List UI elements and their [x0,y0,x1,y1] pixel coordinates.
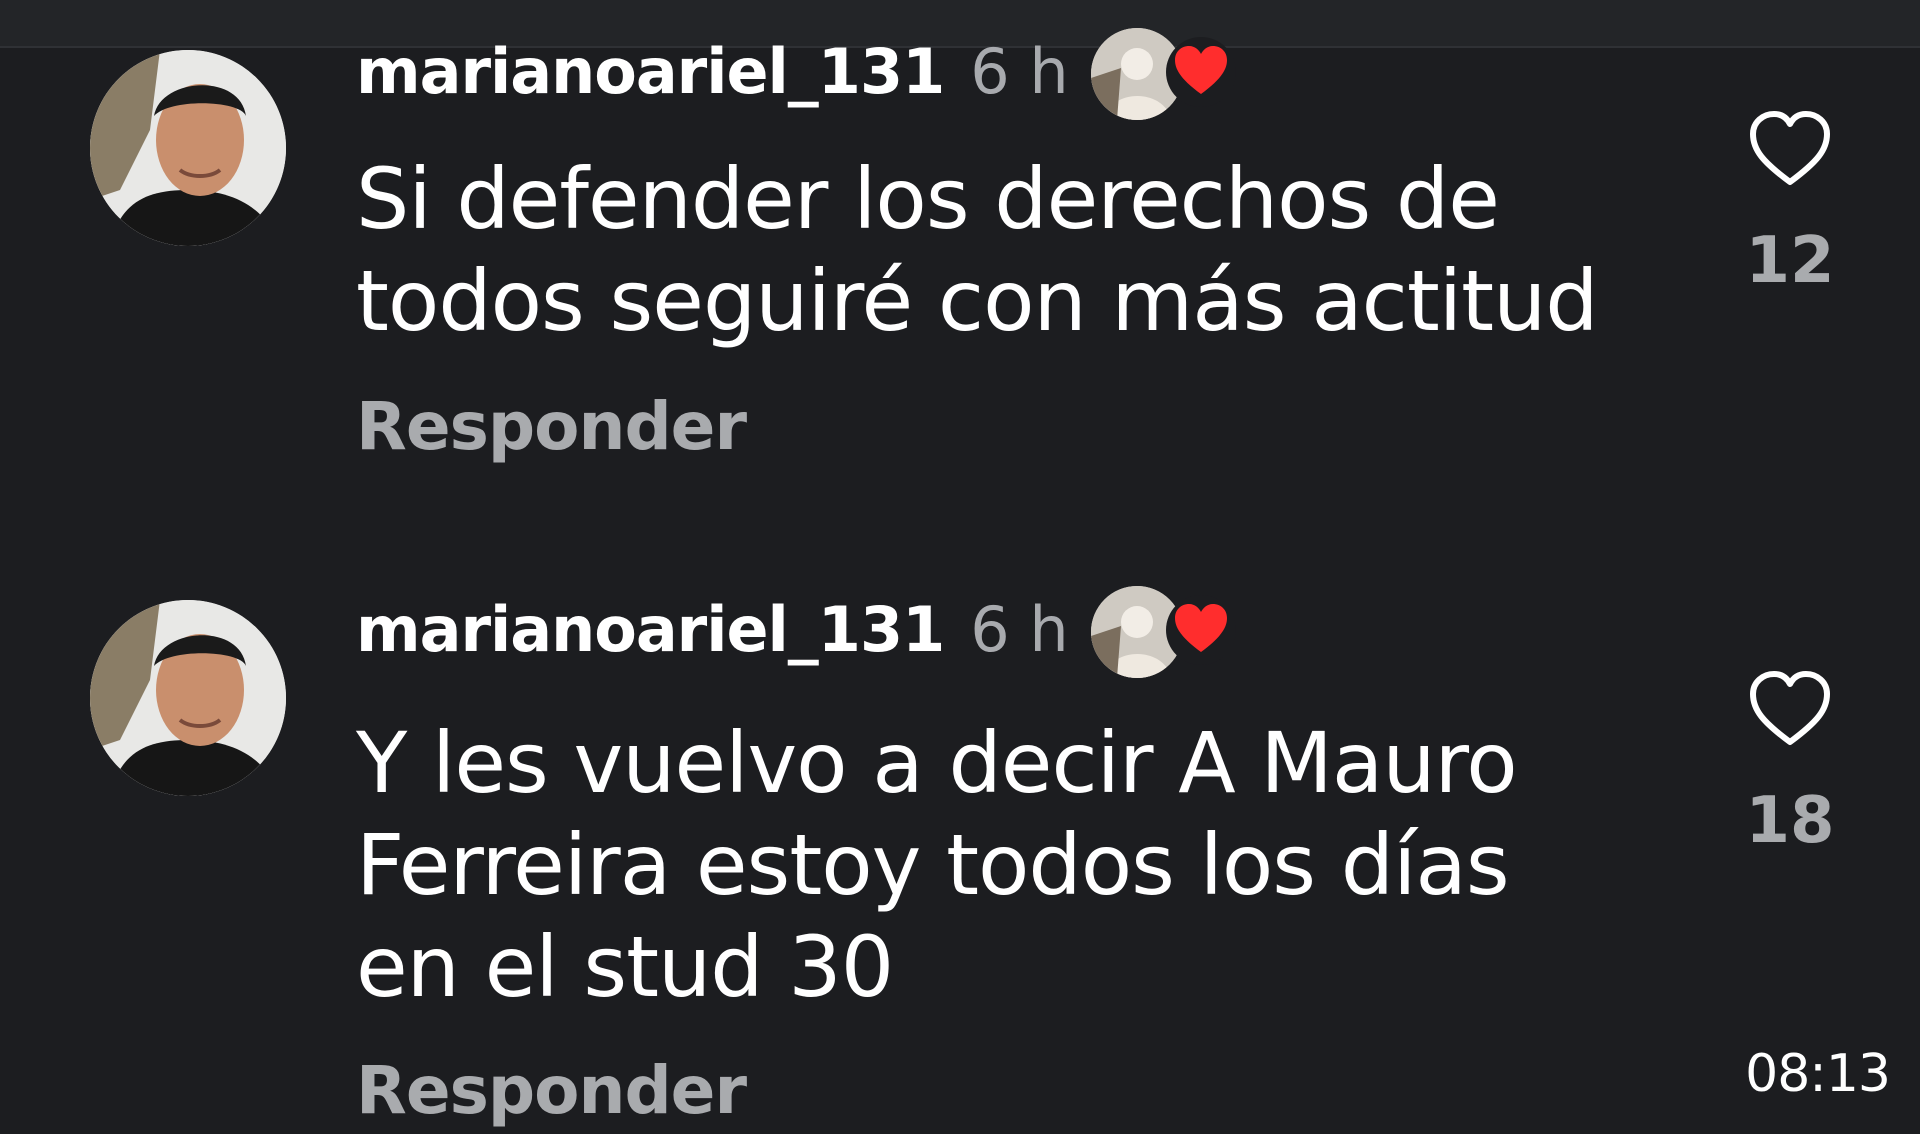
comment-header: marianoariel_131 6 h [356,28,1241,120]
heart-outline-icon[interactable] [1747,668,1833,748]
user-avatar[interactable] [90,50,286,246]
comment-text: Y les vuelvo a decir A Mauro Ferreira es… [356,712,1696,1018]
comment-username[interactable]: marianoariel_131 [356,35,945,108]
like-column: 18 [1740,668,1840,858]
author-liked-indicator [1090,26,1241,120]
like-count: 18 [1745,784,1835,858]
comment-time: 6 h [970,34,1069,108]
heart-filled-icon [1165,37,1236,107]
comment-text-line: Si defender los derechos de [356,150,1500,248]
reply-button[interactable]: Responder [356,388,747,465]
comment-header: marianoariel_131 6 h [356,586,1241,678]
comment-text-line: todos seguiré con más actitud [356,252,1599,350]
comments-screen: marianoariel_131 6 h Si defender los der… [0,0,1920,1134]
comment-text-line: Ferreira estoy todos los días [356,816,1510,914]
comment-text: Si defender los derechos de todos seguir… [356,148,1696,352]
user-avatar[interactable] [90,600,286,796]
author-liked-indicator [1090,584,1241,678]
comment-text-line: Y les vuelvo a decir A Mauro [356,714,1518,812]
reply-button[interactable]: Responder [356,1052,747,1129]
like-count: 12 [1745,224,1835,298]
comment-text-line: en el stud 30 [356,918,894,1016]
heart-filled-icon [1165,595,1236,665]
comment-time: 6 h [970,592,1069,666]
video-timestamp: 08:13 [1745,1044,1891,1104]
comment-username[interactable]: marianoariel_131 [356,593,945,666]
like-column: 12 [1740,108,1840,298]
heart-outline-icon[interactable] [1747,108,1833,188]
